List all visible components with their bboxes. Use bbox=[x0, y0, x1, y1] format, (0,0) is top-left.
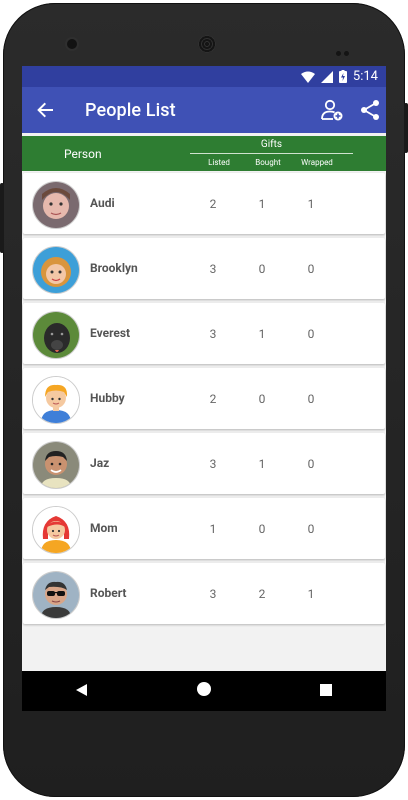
sensors bbox=[336, 41, 354, 56]
person-name: Everest bbox=[90, 326, 131, 340]
wrapped-count: 0 bbox=[307, 327, 315, 341]
person-name: Jaz bbox=[90, 456, 110, 470]
avatar bbox=[32, 506, 80, 554]
bought-count: 2 bbox=[258, 587, 266, 601]
power-button bbox=[404, 103, 408, 153]
list-item[interactable]: Mom 1 0 0 bbox=[23, 498, 385, 559]
wrapped-count: 0 bbox=[307, 392, 315, 406]
arrow-back-icon bbox=[37, 102, 53, 118]
share-icon bbox=[361, 100, 379, 120]
header-wrapped: Wrapped bbox=[301, 158, 333, 167]
nav-home-button[interactable] bbox=[196, 681, 212, 701]
bought-count: 0 bbox=[258, 522, 266, 536]
list-item[interactable]: Brooklyn 3 0 0 bbox=[23, 238, 385, 299]
header-gifts: Gifts bbox=[260, 139, 283, 150]
person-name: Robert bbox=[90, 586, 127, 600]
list-item[interactable]: Hubby 2 0 0 bbox=[23, 368, 385, 429]
app-screen: 5:14 People List Person Gifts Listed Bou… bbox=[22, 66, 386, 671]
listed-count: 2 bbox=[209, 392, 217, 406]
wrapped-count: 0 bbox=[307, 457, 315, 471]
avatar bbox=[32, 311, 80, 359]
signal-icon bbox=[320, 70, 333, 83]
square-recents-icon bbox=[319, 683, 332, 696]
avatar bbox=[32, 571, 80, 619]
list-item[interactable]: Robert 3 2 1 bbox=[23, 563, 385, 624]
bought-count: 0 bbox=[258, 392, 266, 406]
share-button[interactable] bbox=[358, 98, 382, 122]
wrapped-count: 1 bbox=[307, 197, 315, 211]
listed-count: 3 bbox=[209, 587, 217, 601]
list-item[interactable]: Audi 2 1 1 bbox=[23, 173, 385, 234]
listed-count: 3 bbox=[209, 457, 217, 471]
people-list: Audi 2 1 1 Brooklyn 3 0 0 Everest 3 1 0 bbox=[22, 173, 386, 628]
avatar bbox=[32, 441, 80, 489]
header-bought: Bought bbox=[255, 158, 281, 167]
bought-count: 1 bbox=[258, 457, 266, 471]
wrapped-count: 1 bbox=[307, 587, 315, 601]
wifi-icon bbox=[300, 71, 315, 83]
person-name: Audi bbox=[90, 196, 115, 210]
front-camera bbox=[67, 39, 77, 49]
listed-count: 3 bbox=[209, 262, 217, 276]
list-item[interactable]: Jaz 3 1 0 bbox=[23, 433, 385, 494]
avatar bbox=[32, 246, 80, 294]
earpiece-speaker bbox=[198, 35, 216, 53]
nav-back-button[interactable] bbox=[75, 682, 89, 701]
header-divider bbox=[190, 153, 353, 154]
add-person-button[interactable] bbox=[320, 98, 344, 122]
header-person: Person bbox=[64, 147, 102, 161]
circle-home-icon bbox=[196, 682, 211, 696]
list-item[interactable]: Everest 3 1 0 bbox=[23, 303, 385, 364]
triangle-back-icon bbox=[76, 683, 88, 696]
listed-count: 2 bbox=[209, 197, 217, 211]
wrapped-count: 0 bbox=[307, 522, 315, 536]
battery-charging-icon bbox=[338, 70, 347, 83]
bought-count: 1 bbox=[258, 327, 266, 341]
nav-recents-button[interactable] bbox=[319, 682, 333, 701]
status-time: 5:14 bbox=[352, 69, 378, 84]
avatar bbox=[32, 181, 80, 229]
bought-count: 0 bbox=[258, 262, 266, 276]
person-name: Brooklyn bbox=[90, 261, 138, 275]
page-title: People List bbox=[85, 99, 176, 121]
add-person-icon bbox=[321, 99, 343, 121]
wrapped-count: 0 bbox=[307, 262, 315, 276]
table-header: Person Gifts Listed Bought Wrapped bbox=[22, 136, 386, 171]
navigation-bar bbox=[22, 671, 386, 711]
bought-count: 1 bbox=[258, 197, 266, 211]
volume-button bbox=[0, 183, 4, 253]
person-name: Mom bbox=[90, 521, 118, 535]
header-listed: Listed bbox=[208, 158, 230, 167]
status-bar: 5:14 bbox=[22, 66, 386, 87]
back-button[interactable] bbox=[22, 87, 70, 133]
app-toolbar: People List bbox=[22, 87, 386, 133]
person-name: Hubby bbox=[90, 391, 125, 405]
listed-count: 3 bbox=[209, 327, 217, 341]
listed-count: 1 bbox=[209, 522, 217, 536]
avatar bbox=[32, 376, 80, 424]
